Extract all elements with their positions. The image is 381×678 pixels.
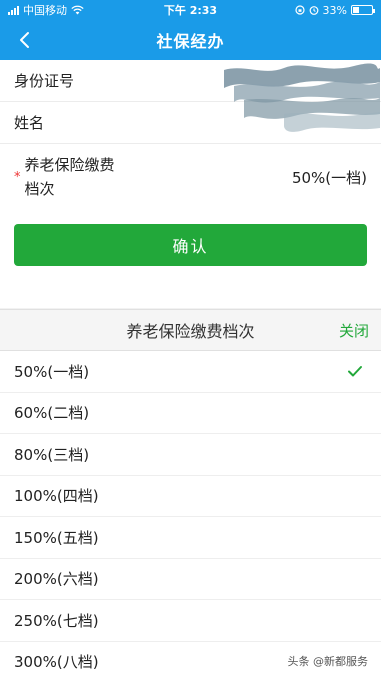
option-item[interactable]: 250%(七档) <box>0 600 381 642</box>
name-label: 姓名 <box>14 114 45 132</box>
option-label: 100%(四档) <box>14 487 99 506</box>
status-right: 33% <box>233 3 375 17</box>
alarm-icon <box>309 6 318 15</box>
confirm-button[interactable]: 确认 <box>14 224 367 266</box>
nav-bar: 社保经办 <box>0 20 381 60</box>
signal-icon <box>8 5 19 15</box>
option-item[interactable]: 80%(三档) <box>0 434 381 476</box>
back-button[interactable] <box>10 26 38 54</box>
id-number-row[interactable]: 身份证号 <box>0 60 381 102</box>
status-time: 下午 2:33 <box>163 4 218 17</box>
option-label: 60%(二档) <box>14 404 90 423</box>
rotation-lock-icon <box>294 5 305 15</box>
required-mark: * <box>14 169 21 185</box>
pension-level-value: 50%(一档) <box>291 168 367 187</box>
option-item[interactable]: 150%(五档) <box>0 517 381 559</box>
option-item[interactable]: 60%(二档) <box>0 393 381 434</box>
id-number-label: 身份证号 <box>14 72 75 90</box>
close-button[interactable]: 关闭 <box>339 320 369 341</box>
picker-title: 养老保险缴费档次 <box>126 322 255 341</box>
social-security-form: 身份证号 姓名 * 养老保险缴费档次 50%(一档) <box>0 60 381 210</box>
chevron-left-icon <box>20 32 29 48</box>
option-label: 80%(三档) <box>14 445 90 464</box>
pension-level-row[interactable]: * 养老保险缴费档次 50%(一档) <box>0 144 381 210</box>
battery-percent: 33% <box>322 3 347 17</box>
pension-level-label: 养老保险缴费档次 <box>24 156 115 198</box>
page-title: 社保经办 <box>156 32 225 51</box>
option-label: 300%(八档) <box>14 653 99 672</box>
picker-options: 50%(一档) 60%(二档) 80%(三档) 100%(四档) 150%(五档… <box>0 351 381 678</box>
name-row[interactable]: 姓名 <box>0 102 381 144</box>
option-label: 200%(六档) <box>14 570 99 589</box>
option-label: 50%(一档) <box>14 362 90 381</box>
check-icon <box>348 366 362 377</box>
wifi-icon <box>71 5 84 15</box>
option-label: 150%(五档) <box>14 528 99 547</box>
watermark: 头条 @新都服务 <box>284 652 371 670</box>
option-label: 250%(七档) <box>14 611 99 630</box>
status-bar: 中国移动 下午 2:33 33% <box>0 0 381 20</box>
status-left: 中国移动 <box>8 2 148 18</box>
battery-icon <box>351 5 375 15</box>
option-item[interactable]: 200%(六档) <box>0 559 381 600</box>
option-item[interactable]: 50%(一档) <box>0 351 381 393</box>
option-item[interactable]: 100%(四档) <box>0 476 381 517</box>
picker-header: 养老保险缴费档次 关闭 <box>0 309 381 351</box>
carrier-label: 中国移动 <box>23 4 67 17</box>
confirm-area: 确认 <box>0 206 381 308</box>
